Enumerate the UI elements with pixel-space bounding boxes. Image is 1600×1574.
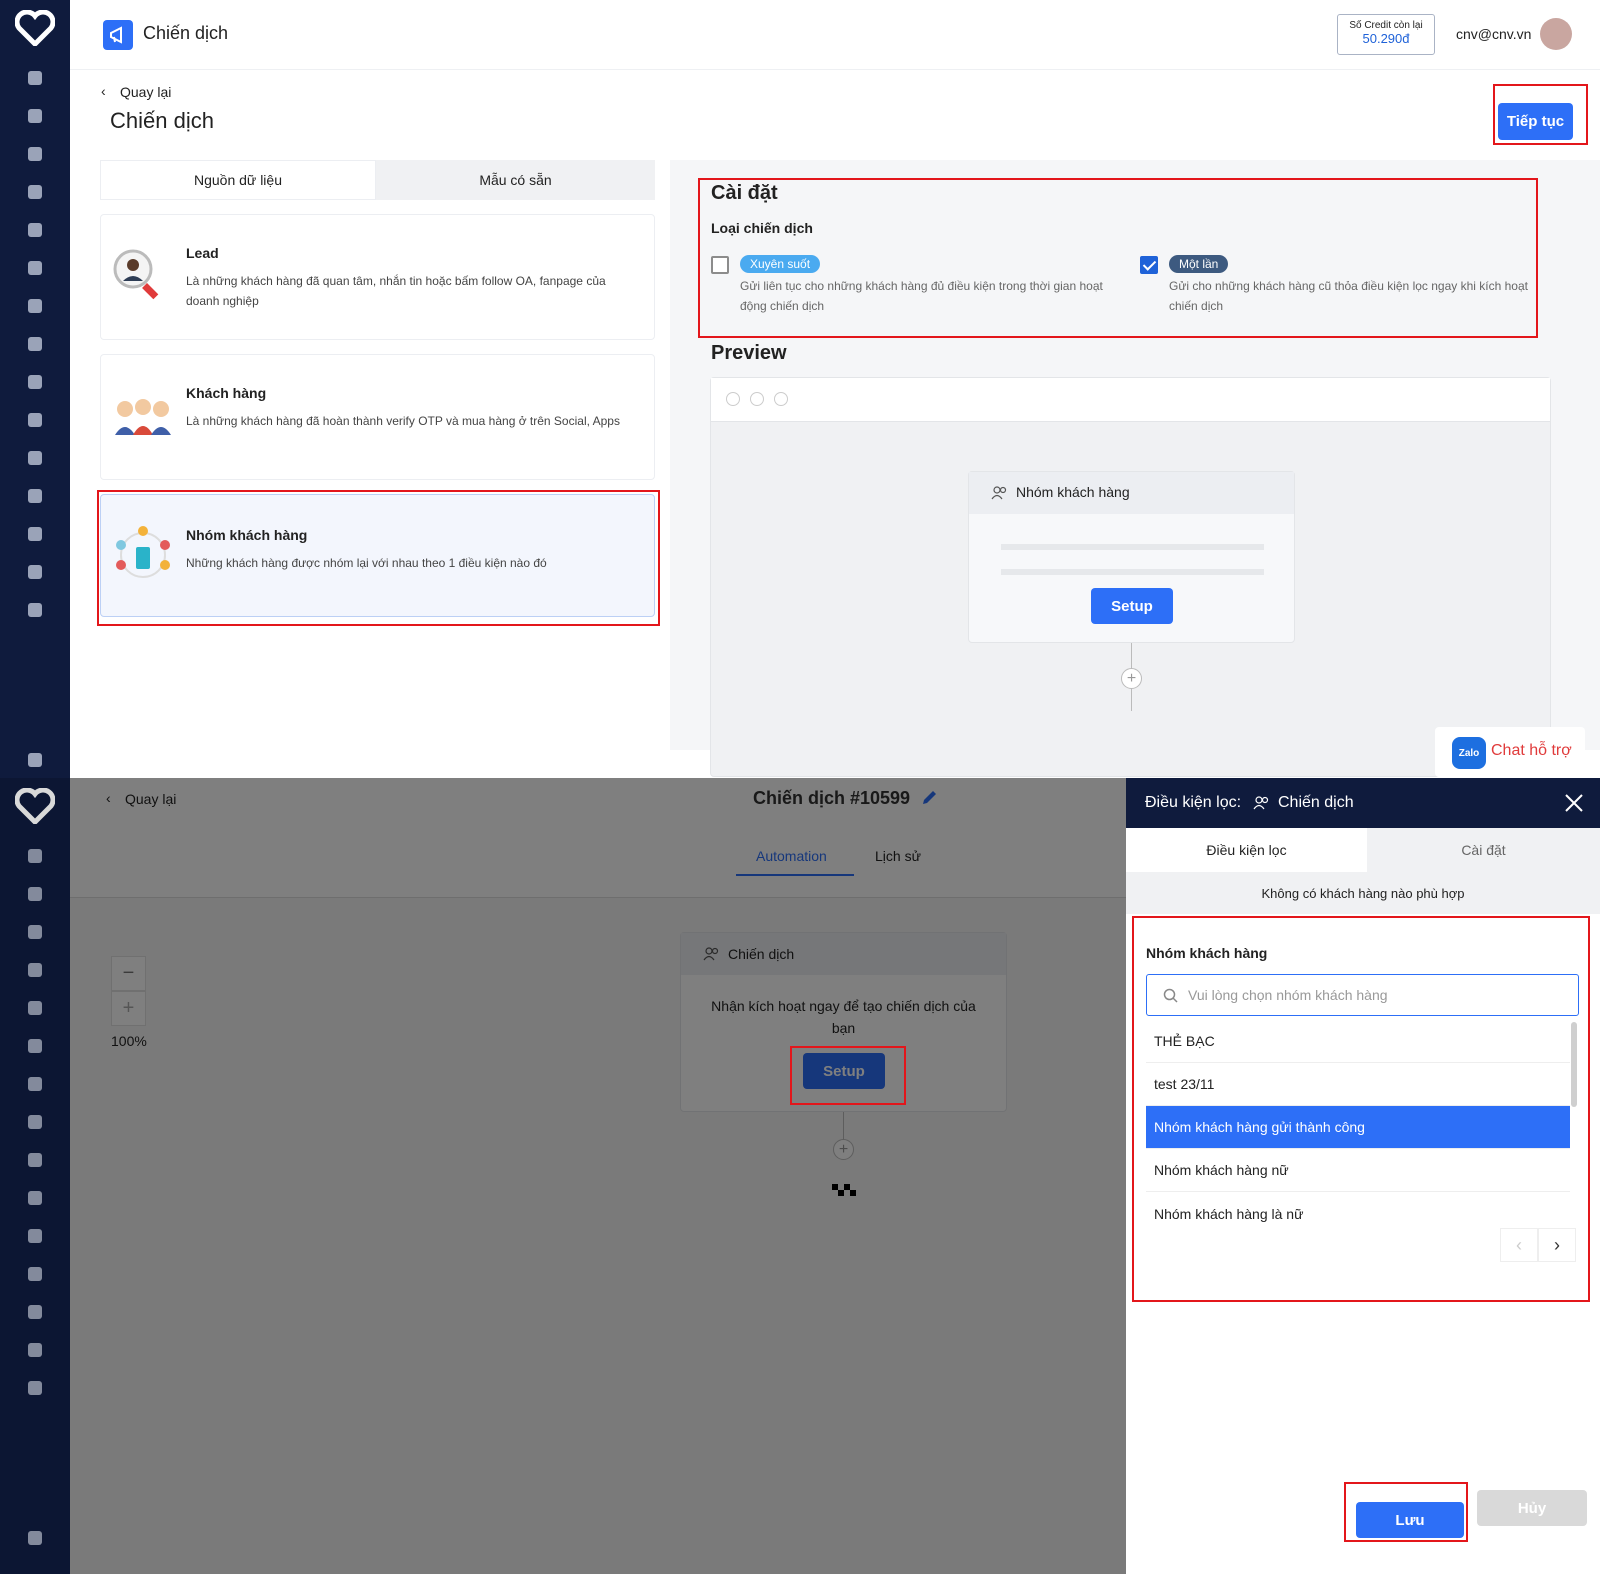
tab-filter-conditions[interactable]: Điều kiện lọc [1126, 828, 1367, 872]
option-continuous-desc: Gửi liên tục cho những khách hàng đủ điề… [740, 279, 1103, 313]
avatar[interactable] [1540, 18, 1572, 50]
source-desc: Là những khách hàng đã hoàn thành verify… [186, 414, 620, 428]
store-icon[interactable] [27, 602, 43, 618]
chat-support-label: Chat hỗ trợ [1491, 742, 1572, 759]
sidebar [0, 0, 70, 778]
source-card-lead[interactable]: Lead Là những khách hàng đã quan tâm, nh… [100, 214, 655, 340]
source-title: Khách hàng [186, 385, 267, 401]
zalo-icon: Zalo [1452, 737, 1486, 769]
drawer-title: Điều kiện lọc: [1145, 794, 1242, 811]
lead-illustration-icon [111, 247, 165, 303]
preview-frame: Nhóm khách hàng Setup + [710, 377, 1551, 777]
group-search-input[interactable]: Vui lòng chọn nhóm khách hàng [1146, 974, 1579, 1016]
filter-drawer: Điều kiện lọc: Chiến dịch Điều kiện lọc … [1126, 778, 1600, 1574]
campaign-type-label: Loại chiến dịch [711, 220, 813, 236]
app-logo-icon[interactable] [14, 9, 56, 48]
home-icon[interactable] [27, 70, 43, 86]
user-email[interactable]: cnv@cnv.vn [1456, 26, 1531, 42]
credit-box: Số Credit còn lại 50.290đ [1337, 14, 1435, 55]
preview-toolbar [711, 378, 1550, 422]
car-icon[interactable] [27, 184, 43, 200]
window-dot-icon [774, 392, 788, 406]
source-title: Nhóm khách hàng [186, 527, 308, 543]
tab-templates[interactable]: Mẫu có sẵn [376, 160, 655, 200]
option-continuous-checkbox[interactable] [711, 256, 729, 274]
header-title: Chiến dịch [143, 23, 229, 43]
skeleton-line [1001, 569, 1264, 575]
customers-illustration-icon [111, 395, 175, 439]
option-once-checkbox[interactable] [1140, 256, 1158, 274]
users-icon [991, 486, 1007, 500]
group-label: Nhóm khách hàng [1146, 945, 1268, 961]
automation-screen: ‹ Quay lại Chiến dịch #10599 Automation … [0, 778, 1600, 1574]
modal-overlay[interactable] [70, 778, 1126, 1574]
chart-icon[interactable] [27, 298, 43, 314]
source-card-customer-group[interactable]: Nhóm khách hàng Những khách hàng được nh… [100, 494, 655, 617]
add-step-icon[interactable]: + [1121, 668, 1142, 689]
window-dot-icon [750, 392, 764, 406]
list-scrollbar[interactable] [1571, 1022, 1577, 1107]
no-match-message: Không có khách hàng nào phù hợp [1126, 872, 1600, 914]
close-icon[interactable] [1564, 793, 1584, 813]
option-once: Một lần [1169, 255, 1229, 273]
search-icon [1163, 988, 1179, 1004]
drawer-header: Điều kiện lọc: Chiến dịch [1126, 778, 1600, 828]
prev-page-button[interactable]: ‹ [1500, 1228, 1538, 1262]
users-icon [1253, 796, 1269, 810]
chat-support[interactable]: Zalo Chat hỗ trợ [1435, 727, 1585, 777]
option-continuous: Xuyên suốt [740, 255, 821, 273]
search-placeholder: Vui lòng chọn nhóm khách hàng [1188, 987, 1388, 1003]
bag-icon[interactable] [27, 564, 43, 580]
cart-icon[interactable] [27, 146, 43, 162]
preview-node-header: Nhóm khách hàng [969, 472, 1294, 514]
skeleton-line [1001, 544, 1264, 550]
cancel-button[interactable]: Hủy [1477, 1490, 1587, 1526]
once-tag: Một lần [1169, 255, 1229, 273]
tab-drawer-settings[interactable]: Cài đặt [1367, 828, 1600, 872]
source-tabs: Nguồn dữ liệu Mẫu có sẵn [100, 160, 655, 200]
next-page-button[interactable]: › [1538, 1228, 1576, 1262]
drawer-title-suffix: Chiến dịch [1278, 794, 1354, 811]
campaign-create-screen: Chiến dịch Số Credit còn lại 50.290đ cnv… [0, 0, 1600, 778]
settings-icon[interactable] [27, 752, 43, 768]
group-option[interactable]: test 23/11 [1146, 1063, 1570, 1106]
user-icon[interactable] [27, 260, 43, 276]
heart-icon[interactable] [27, 488, 43, 504]
source-card-customer[interactable]: Khách hàng Là những khách hàng đã hoàn t… [100, 354, 655, 480]
image-icon[interactable] [27, 526, 43, 542]
tag2-icon[interactable] [27, 336, 43, 352]
continue-button[interactable]: Tiếp tục [1498, 103, 1573, 140]
source-desc: Là những khách hàng đã quan tâm, nhắn ti… [186, 274, 606, 308]
save-button[interactable]: Lưu [1356, 1502, 1464, 1538]
page-title: Chiến dịch [110, 108, 214, 133]
preview-setup-button[interactable]: Setup [1091, 588, 1173, 624]
group-option-selected[interactable]: Nhóm khách hàng gửi thành công [1146, 1106, 1570, 1149]
group-option[interactable]: THẺ BẠC [1146, 1020, 1570, 1063]
back-link[interactable]: Quay lại [120, 84, 171, 100]
credit-value: 50.290đ [1362, 31, 1410, 46]
preview-node-title: Nhóm khách hàng [1016, 484, 1130, 500]
credit-label: Số Credit còn lại [1349, 20, 1423, 31]
top-header: Chiến dịch Số Credit còn lại 50.290đ cnv… [70, 0, 1600, 70]
gamepad-icon[interactable] [27, 412, 43, 428]
gift-icon[interactable] [27, 108, 43, 124]
rocket-icon[interactable] [27, 374, 43, 390]
preview-title: Preview [711, 342, 787, 364]
source-desc: Những khách hàng được nhóm lại với nhau … [186, 556, 547, 570]
group-option[interactable]: Nhóm khách hàng nữ [1146, 1149, 1570, 1192]
group-illustration-icon [113, 525, 173, 585]
sidebar-overlay [0, 778, 70, 1574]
option-once-desc: Gửi cho những khách hàng cũ thỏa điều ki… [1169, 279, 1528, 313]
continuous-tag: Xuyên suốt [740, 255, 821, 273]
window-dot-icon [726, 392, 740, 406]
tag-icon[interactable] [27, 222, 43, 238]
source-title: Lead [186, 245, 219, 261]
settings-title: Cài đặt [711, 182, 778, 204]
megaphone-icon [103, 20, 133, 50]
preview-node: Nhóm khách hàng Setup [968, 471, 1295, 643]
back-chevron-icon[interactable]: ‹ [101, 83, 106, 99]
puzzle-icon[interactable] [27, 450, 43, 466]
tab-data-source[interactable]: Nguồn dữ liệu [100, 160, 376, 200]
